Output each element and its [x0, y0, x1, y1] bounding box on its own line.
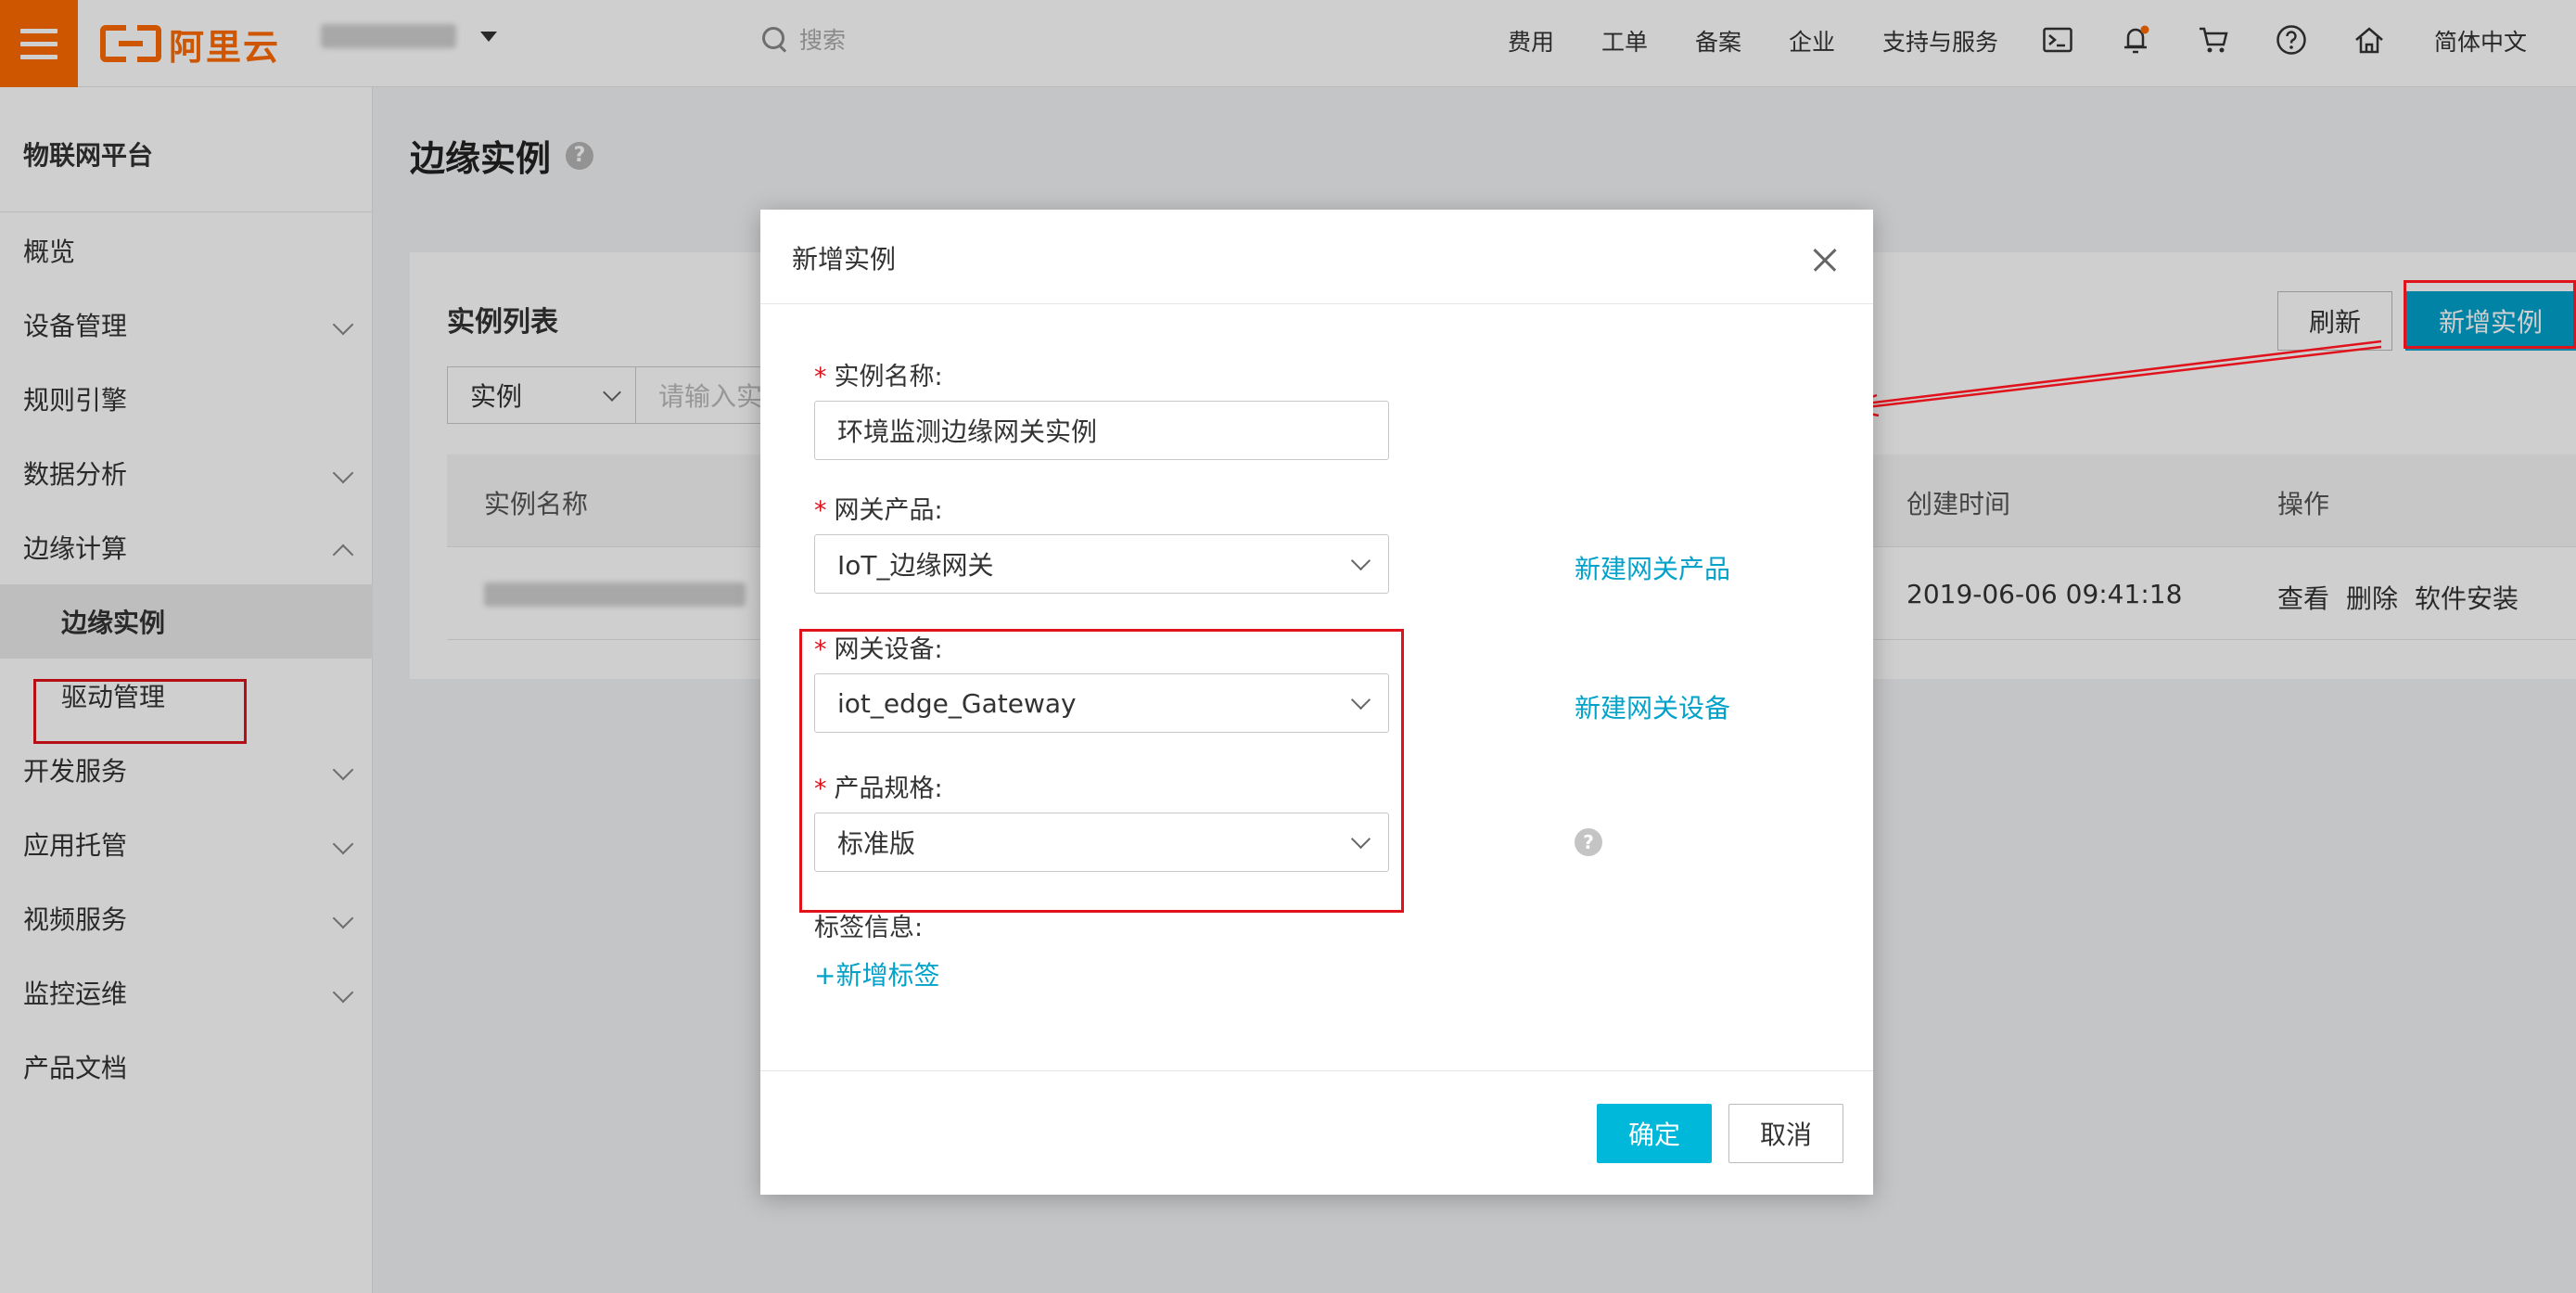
cancel-button[interactable]: 取消 [1728, 1104, 1843, 1163]
gateway-product-value: IoT_边缘网关 [837, 550, 994, 581]
dialog-header: 新增实例 [760, 210, 1873, 304]
dialog-footer-divider [760, 1070, 1873, 1071]
annotation-highlight-box [2404, 280, 2576, 349]
instance-name-input[interactable]: 环境监测边缘网关实例 [814, 401, 1389, 460]
chevron-down-icon [1350, 550, 1371, 571]
gateway-product-select[interactable]: IoT_边缘网关 [814, 534, 1389, 594]
help-icon[interactable]: ? [1575, 828, 1602, 856]
new-gateway-product-link[interactable]: 新建网关产品 [1575, 549, 1730, 586]
new-gateway-device-link[interactable]: 新建网关设备 [1575, 688, 1730, 725]
new-instance-dialog: 新增实例 * 实例名称: 环境监测边缘网关实例 * 网关产品: IoT_边缘网关 新… [760, 210, 1873, 1195]
dialog-title: 新增实例 [792, 244, 897, 275]
close-icon[interactable] [1814, 249, 1836, 271]
instance-name-label: * 实例名称: [814, 363, 943, 391]
gateway-product-label: * 网关产品: [814, 496, 943, 525]
instance-name-value: 环境监测边缘网关实例 [837, 416, 1098, 447]
annotation-highlight-box [799, 629, 1404, 913]
add-tag-link[interactable]: +新增标签 [814, 955, 939, 992]
confirm-button[interactable]: 确定 [1597, 1104, 1712, 1163]
tags-label: 标签信息: [814, 914, 924, 942]
